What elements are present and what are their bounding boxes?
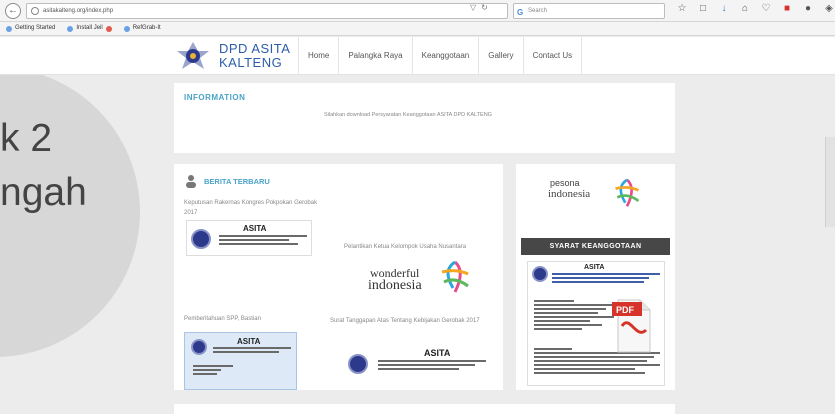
asita-logo[interactable] <box>175 41 211 71</box>
news-item-title[interactable]: Pemberitahuan SPP, Bastian <box>184 314 324 324</box>
flag-icon <box>105 25 112 32</box>
dropdown-icon[interactable]: ▽ <box>470 3 481 12</box>
doc-text-lines <box>193 365 233 377</box>
bookmark-icon <box>6 25 12 32</box>
toolbar-icons: ☆ □ ↓ ⌂ ♡ ■ ● ◈ ☰ <box>676 3 835 14</box>
news-thumbnail[interactable]: ASITA <box>184 332 297 390</box>
news-header: BERITA TERBARU <box>184 174 270 188</box>
sync-icon[interactable]: ◈ <box>823 3 835 14</box>
download-icon[interactable]: ↓ <box>718 3 730 14</box>
search-bar-placeholder: Search <box>528 8 548 14</box>
bookmark-getting-started[interactable]: Getting Started <box>6 22 55 35</box>
news-thumbnail[interactable]: ASITA <box>186 220 312 256</box>
garuda-swirl-icon <box>615 178 640 207</box>
brand-line-2: KALTENG <box>219 55 283 70</box>
doc-text-lines <box>219 235 307 247</box>
bookmark-icon <box>123 25 130 32</box>
information-text[interactable]: Silahkan download Persyaratan Keanggotaa… <box>324 112 492 118</box>
bookmark-refgrab[interactable]: RefGrab-It <box>123 22 161 35</box>
browser-toolbar: ← asitakalteng.org/index.php ▽↻ G Search… <box>0 0 835 22</box>
membership-requirements-title: SYARAT KEANGGOTAAN <box>521 238 670 255</box>
search-engine-icon[interactable]: G <box>517 6 523 20</box>
address-bar[interactable]: asitakalteng.org/index.php <box>26 3 508 19</box>
site-header: DPD ASITA KALTENG Home Palangka Raya Kea… <box>0 37 835 75</box>
asita-emblem-icon <box>532 266 548 282</box>
requirements-document-preview[interactable]: ASITA PDF <box>527 261 665 386</box>
news-panel: BERITA TERBARU Keputusan Rakernas Kongre… <box>174 164 503 390</box>
bookmarks-bar: Getting Started Install Jeil RefGrab-It <box>0 22 835 36</box>
pesona-line-2: indonesia <box>548 188 591 200</box>
information-panel: INFORMATION Silahkan download Persyarata… <box>174 83 675 153</box>
doc-brand: ASITA <box>237 337 261 346</box>
information-title: INFORMATION <box>184 93 246 102</box>
nav-palangka-raya[interactable]: Palangka Raya <box>338 37 411 75</box>
news-item-title[interactable]: Keputusan Rakernas Kongres Pokpokan Gero… <box>184 198 324 218</box>
asita-emblem-icon <box>191 229 211 249</box>
pesona-indonesia-logo[interactable]: pesona indonesia <box>548 176 648 210</box>
asita-emblem-icon <box>348 354 368 374</box>
news-thumbnail[interactable]: ASITA <box>346 346 492 384</box>
users-icon <box>186 175 196 188</box>
search-bar[interactable]: G Search <box>513 3 665 19</box>
scrollbar[interactable] <box>825 137 835 227</box>
page-viewport: DPD ASITA KALTENG Home Palangka Raya Kea… <box>0 37 835 414</box>
bookmark-icon <box>67 25 74 32</box>
site-info-icon[interactable] <box>31 7 39 15</box>
doc-brand: ASITA <box>424 348 451 358</box>
nav-keanggotaan[interactable]: Keanggotaan <box>411 37 479 75</box>
doc-text-lines <box>552 273 660 285</box>
addon-icon[interactable]: ■ <box>781 3 793 14</box>
asita-emblem-icon <box>191 339 207 355</box>
brand-line-1: DPD ASITA <box>219 41 291 56</box>
address-bar-url: asitakalteng.org/index.php <box>43 8 114 14</box>
doc-brand: ASITA <box>584 264 605 271</box>
bookmark-label: Install Jeil <box>76 25 103 31</box>
brand-name[interactable]: DPD ASITA KALTENG <box>219 42 290 70</box>
doc-brand: ASITA <box>243 224 267 233</box>
wonderful-indonesia-logo[interactable]: wonderful indonesia <box>368 258 478 298</box>
bookmark-label: RefGrab-It <box>132 25 161 31</box>
overlay-side-text: k 2 ngah <box>0 117 87 214</box>
extension-icon[interactable]: ● <box>802 3 814 14</box>
bookmark-install[interactable]: Install Jeil <box>67 22 112 35</box>
doc-text-lines <box>378 360 486 372</box>
nav-home[interactable]: Home <box>298 37 338 75</box>
pdf-label: PDF <box>616 305 634 315</box>
bookmark-star-icon[interactable]: ☆ <box>676 3 688 14</box>
next-section-panel <box>174 404 675 414</box>
logo-text-2: indonesia <box>368 278 422 293</box>
news-item-title[interactable]: Surat Tanggapan Atas Tentang Kebijakan G… <box>330 316 490 326</box>
back-button[interactable]: ← <box>5 3 21 19</box>
url-actions: ▽↻ <box>470 3 493 12</box>
news-item-title[interactable]: Pelantikan Ketua Kelompok Usaha Nusantar… <box>344 242 494 252</box>
news-title: BERITA TERBARU <box>204 176 270 186</box>
pesona-line-1: pesona <box>550 178 580 188</box>
membership-requirements-panel: SYARAT KEANGGOTAAN ASITA PDF <box>516 233 675 390</box>
main-nav: Home Palangka Raya Keanggotaan Gallery C… <box>298 37 583 75</box>
doc-text-lines <box>534 300 614 332</box>
nav-gallery[interactable]: Gallery <box>478 37 522 75</box>
doc-text-lines <box>213 347 291 355</box>
home-icon[interactable]: ⌂ <box>739 3 751 14</box>
nav-contact-us[interactable]: Contact Us <box>522 37 583 75</box>
pocket-icon[interactable]: ♡ <box>760 3 772 14</box>
bookmark-label: Getting Started <box>15 25 56 31</box>
reader-icon[interactable]: □ <box>697 3 709 14</box>
reload-icon[interactable]: ↻ <box>481 3 493 12</box>
garuda-swirl-icon <box>441 260 469 293</box>
